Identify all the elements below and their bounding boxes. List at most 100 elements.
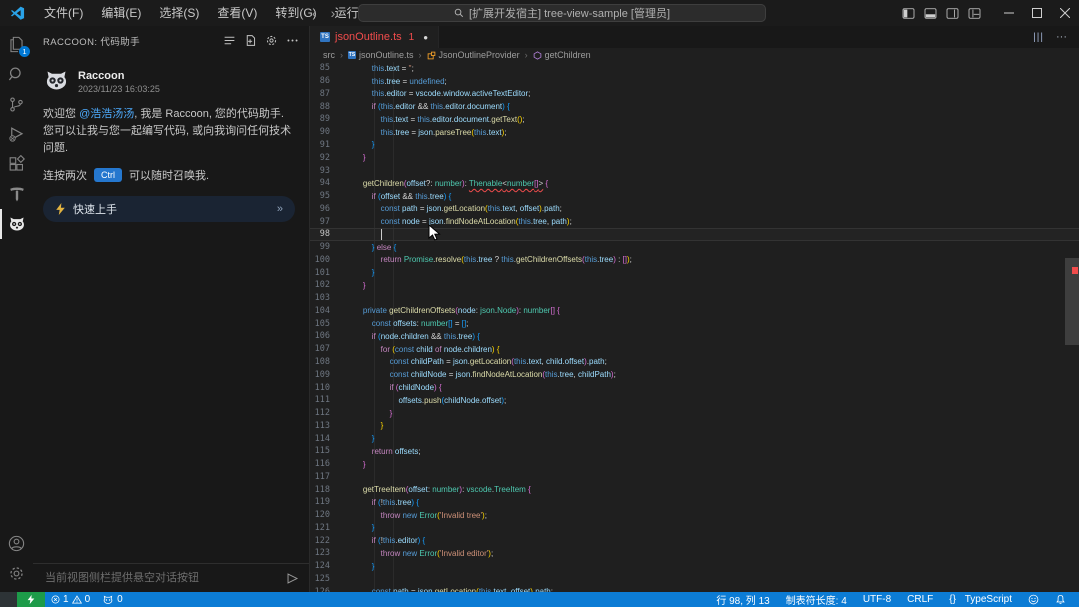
code-line-111[interactable]: 111 offsets.push(childNode.offset);	[310, 394, 1079, 407]
new-chat-icon[interactable]	[244, 34, 257, 47]
code-line-116[interactable]: 116 }	[310, 458, 1079, 471]
breadcrumb-src[interactable]: src	[323, 50, 335, 60]
sidebar-item-explorer[interactable]: 1	[0, 29, 33, 59]
code-line-109[interactable]: 109 const childNode = json.findNodeAtLoc…	[310, 368, 1079, 381]
code-line-86[interactable]: 86 this.tree = undefined;	[310, 75, 1079, 88]
code-line-119[interactable]: 119 if (!this.tree) {	[310, 496, 1079, 509]
menu-selection[interactable]: 选择(S)	[150, 0, 208, 26]
split-editor-icon[interactable]: |||	[1033, 32, 1044, 43]
code-line-85[interactable]: 85 this.text = '';	[310, 62, 1079, 75]
code-line-88[interactable]: 88 if (this.editor && this.editor.docume…	[310, 100, 1079, 113]
line-number: 106	[310, 331, 330, 341]
account-button[interactable]	[0, 528, 33, 558]
sidebar-item-tree-view-sample[interactable]	[0, 179, 33, 209]
line-text: const path = json.getLocation(this.text,…	[354, 204, 562, 213]
back-arrow-icon[interactable]: ‹	[312, 5, 317, 21]
settings-button[interactable]	[0, 558, 33, 588]
code-line-96[interactable]: 96 const path = json.getLocation(this.te…	[310, 202, 1079, 215]
notifications-bell-icon[interactable]	[1050, 592, 1071, 607]
problems-indicator[interactable]: 1 0	[45, 592, 96, 607]
code-line-90[interactable]: 90 this.tree = json.parseTree(this.text)…	[310, 126, 1079, 139]
minimize-button[interactable]	[995, 0, 1023, 26]
code-line-92[interactable]: 92 }	[310, 151, 1079, 164]
code-editor[interactable]: 85 this.text = '';86 this.tree = undefin…	[310, 62, 1079, 592]
encoding[interactable]: UTF-8	[858, 592, 896, 607]
menu-view[interactable]: 查看(V)	[208, 0, 266, 26]
history-list-icon[interactable]	[223, 34, 236, 47]
code-line-118[interactable]: 118 getTreeItem(offset: number): vscode.…	[310, 483, 1079, 496]
code-line-114[interactable]: 114 }	[310, 432, 1079, 445]
customize-layout-icon[interactable]	[968, 8, 981, 19]
code-line-117[interactable]: 117	[310, 471, 1079, 484]
run-debug-icon	[7, 125, 26, 144]
code-line-123[interactable]: 123 throw new Error('Invalid editor');	[310, 547, 1079, 560]
settings-gear-icon[interactable]	[265, 34, 278, 47]
sidebar-item-source-control[interactable]	[0, 89, 33, 119]
breadcrumb-file[interactable]: TSjsonOutline.ts	[348, 50, 414, 60]
code-line-100[interactable]: 100 return Promise.resolve(this.tree ? t…	[310, 253, 1079, 266]
menu-file[interactable]: 文件(F)	[35, 0, 92, 26]
feedback-smiley-icon[interactable]	[1023, 592, 1044, 607]
quickstart-button[interactable]: 快速上手 »	[43, 196, 295, 222]
toggle-secondary-sidebar-icon[interactable]	[946, 8, 959, 19]
command-center-search[interactable]: [扩展开发宿主] tree-view-sample [管理员]	[358, 4, 766, 22]
dirty-indicator-icon[interactable]: ●	[423, 33, 428, 42]
code-line-125[interactable]: 125	[310, 573, 1079, 586]
code-line-121[interactable]: 121 }	[310, 522, 1079, 535]
code-line-103[interactable]: 103	[310, 292, 1079, 305]
code-line-98[interactable]: 98	[310, 228, 1079, 241]
send-icon[interactable]	[286, 572, 299, 585]
code-line-87[interactable]: 87 this.editor = vscode.window.activeTex…	[310, 88, 1079, 101]
breadcrumb-class[interactable]: JsonOutlineProvider	[427, 50, 520, 60]
code-line-102[interactable]: 102 }	[310, 279, 1079, 292]
code-line-113[interactable]: 113 }	[310, 419, 1079, 432]
sidebar-item-extensions[interactable]	[0, 149, 33, 179]
forward-arrow-icon[interactable]: ›	[331, 5, 336, 21]
language-mode[interactable]: {} TypeScript	[944, 592, 1017, 607]
code-line-104[interactable]: 104 private getChildrenOffsets(node: jso…	[310, 305, 1079, 318]
code-line-93[interactable]: 93	[310, 164, 1079, 177]
toggle-sidebar-icon[interactable]	[902, 8, 915, 19]
raccoon-icon	[102, 595, 114, 605]
code-line-112[interactable]: 112 }	[310, 407, 1079, 420]
menu-edit[interactable]: 编辑(E)	[92, 0, 150, 26]
line-number: 110	[310, 383, 330, 393]
code-line-120[interactable]: 120 throw new Error('Invalid tree');	[310, 509, 1079, 522]
code-line-105[interactable]: 105 const offsets: number[] = [];	[310, 317, 1079, 330]
raccoon-status[interactable]: 0	[96, 592, 129, 607]
indentation-setting[interactable]: 制表符长度: 4	[781, 592, 852, 607]
editor-scrollbar[interactable]	[1065, 62, 1079, 592]
code-line-91[interactable]: 91 }	[310, 139, 1079, 152]
code-line-99[interactable]: 99 } else {	[310, 241, 1079, 254]
maximize-button[interactable]	[1023, 0, 1051, 26]
code-line-107[interactable]: 107 for (const child of node.children) {	[310, 343, 1079, 356]
editor-more-actions-icon[interactable]: ···	[1056, 31, 1067, 43]
code-line-101[interactable]: 101 }	[310, 266, 1079, 279]
more-actions-icon[interactable]	[286, 34, 299, 47]
tab-jsonoutline[interactable]: TS jsonOutline.ts 1 ●	[310, 26, 439, 48]
code-line-108[interactable]: 108 const childPath = json.getLocation(t…	[310, 356, 1079, 369]
remote-indicator[interactable]	[17, 592, 45, 607]
line-text: offsets.push(childNode.offset);	[354, 396, 506, 405]
breadcrumb-method[interactable]: getChildren	[533, 50, 591, 60]
toggle-panel-icon[interactable]	[924, 8, 937, 19]
code-line-126[interactable]: 126 const path = json.getLocation(this.t…	[310, 585, 1079, 592]
eol-sequence[interactable]: CRLF	[902, 592, 938, 607]
code-line-122[interactable]: 122 if (!this.editor) {	[310, 534, 1079, 547]
code-line-89[interactable]: 89 this.text = this.editor.document.getT…	[310, 113, 1079, 126]
cursor-position[interactable]: 行 98, 列 13	[711, 592, 774, 607]
chat-input[interactable]	[43, 571, 286, 585]
code-line-94[interactable]: 94 getChildren(offset?: number): Thenabl…	[310, 177, 1079, 190]
sidebar-item-search[interactable]	[0, 59, 33, 89]
code-line-95[interactable]: 95 if (offset && this.tree) {	[310, 190, 1079, 203]
code-line-106[interactable]: 106 if (node.children && this.tree) {	[310, 330, 1079, 343]
sidebar-item-run-debug[interactable]	[0, 119, 33, 149]
code-line-110[interactable]: 110 if (childNode) {	[310, 381, 1079, 394]
line-number: 98	[310, 229, 330, 239]
line-text: if (!this.editor) {	[354, 536, 425, 545]
code-line-97[interactable]: 97 const node = json.findNodeAtLocation(…	[310, 215, 1079, 228]
code-line-124[interactable]: 124 }	[310, 560, 1079, 573]
close-button[interactable]	[1051, 0, 1079, 26]
sidebar-item-raccoon[interactable]	[0, 209, 33, 239]
code-line-115[interactable]: 115 return offsets;	[310, 445, 1079, 458]
